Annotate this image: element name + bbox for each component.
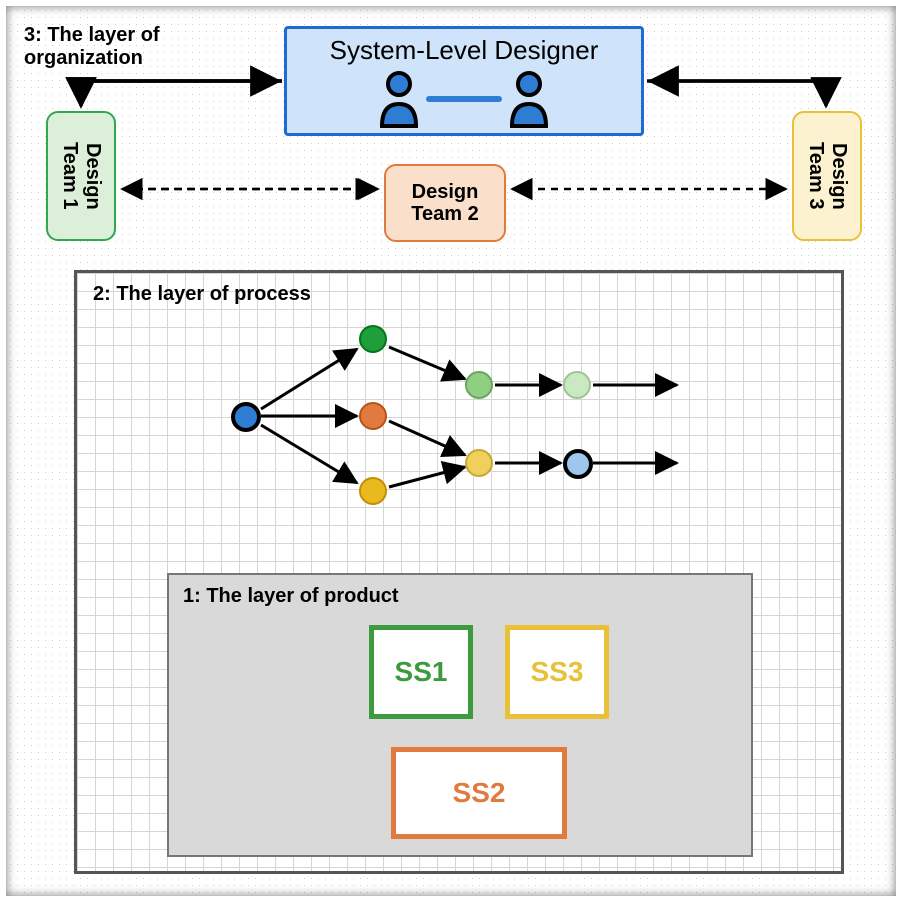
subsystem-ss3: SS3 <box>505 625 609 719</box>
system-level-designer-label: System-Level Designer <box>330 35 599 66</box>
process-node-green2 <box>465 371 493 399</box>
layer2-title: 2: The layer of process <box>93 283 311 306</box>
designer-icons <box>376 70 552 128</box>
design-team-2-box: DesignTeam 2 <box>384 164 506 242</box>
team1-label: DesignTeam 1 <box>58 142 104 209</box>
layer1-title: 1: The layer of product <box>183 585 399 608</box>
people-link-bar <box>426 96 502 102</box>
process-node-start <box>231 402 261 432</box>
process-node-green1 <box>359 325 387 353</box>
design-team-3-box: DesignTeam 3 <box>792 111 862 241</box>
team3-label: DesignTeam 3 <box>804 142 850 209</box>
team2-label: DesignTeam 2 <box>411 181 478 225</box>
process-flow-arrows <box>77 273 841 533</box>
design-team-1-box: DesignTeam 1 <box>46 111 116 241</box>
subsystem-ss2: SS2 <box>391 747 567 839</box>
process-node-orange1 <box>359 402 387 430</box>
layer3-title: 3: The layer oforganization <box>24 24 160 70</box>
process-node-yellow1 <box>359 477 387 505</box>
layer1-box: 1: The layer of product SS1 SS3 SS2 <box>167 573 753 857</box>
person-icon <box>376 70 422 128</box>
subsystem-ss1: SS1 <box>369 625 473 719</box>
process-node-green3 <box>563 371 591 399</box>
person-icon <box>506 70 552 128</box>
process-node-yellow2 <box>465 449 493 477</box>
layer2-box: 2: The layer of process 1: The layer of … <box>74 270 844 874</box>
process-node-blue2 <box>563 449 593 479</box>
system-level-designer-box: System-Level Designer <box>284 26 644 136</box>
